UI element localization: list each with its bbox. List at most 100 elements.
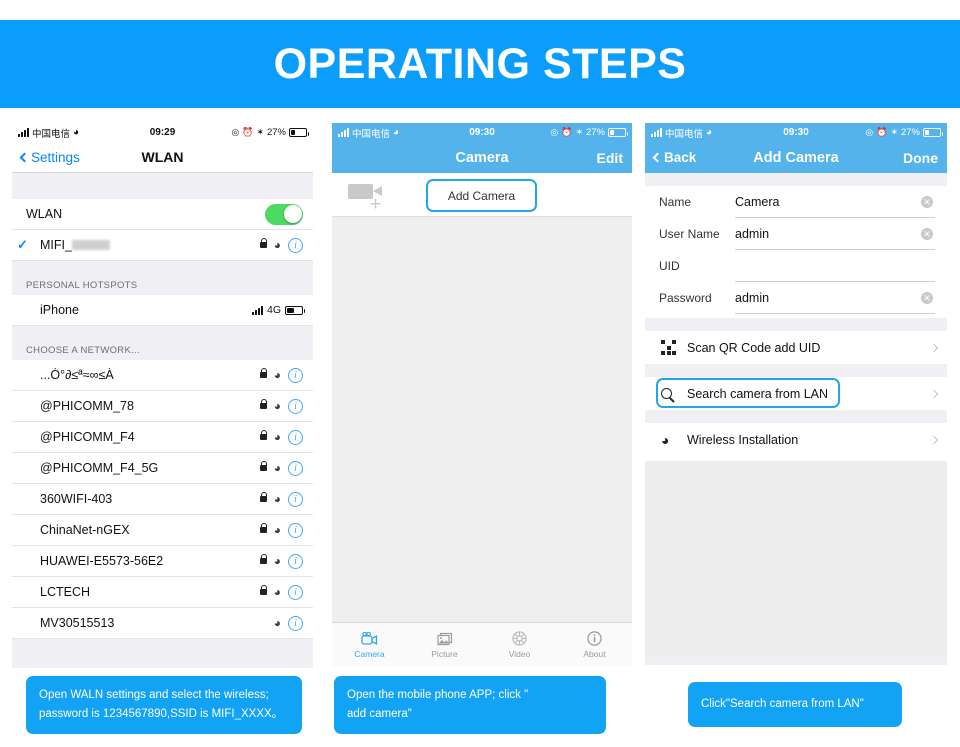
table-row[interactable]: HUAWEI-E5573-56E2 ◕ i <box>12 546 313 577</box>
camcorder-icon <box>361 630 378 647</box>
network-ssid: @PHICOMM_78 <box>40 399 134 413</box>
action-label-wireless-install: Wireless Installation <box>687 432 799 447</box>
network-ssid: LCTECH <box>40 585 91 599</box>
network-info-button[interactable]: i <box>288 460 303 476</box>
tab-video[interactable]: Video <box>482 623 557 666</box>
redacted-ssid-suffix <box>71 240 110 250</box>
input-uid[interactable] <box>735 250 935 282</box>
wifi-strength-icon: ◕ <box>273 616 281 630</box>
signal-bars-icon <box>338 128 349 137</box>
chevron-right-icon <box>929 343 939 352</box>
network-ssid: ChinaNet-nGEX <box>40 523 130 537</box>
tab-about[interactable]: About <box>557 623 632 666</box>
field-row-name: Name Camera ✕ <box>645 186 947 218</box>
form-fields-block: Name Camera ✕ User Name admin ✕ UID Pass… <box>645 186 947 318</box>
network-info-button[interactable]: i <box>288 398 303 414</box>
network-info-button[interactable]: i <box>288 491 303 507</box>
caption-step-3: Click"Search camera from LAN" <box>688 682 902 727</box>
caption-1-line-2: password is 1234567890,SSID is MIFI_XXXX… <box>39 707 284 720</box>
carrier-label-2: 中国电信 <box>352 128 391 140</box>
table-row[interactable]: @PHICOMM_F4_5G ◕ i <box>12 453 313 484</box>
table-row[interactable]: LCTECH ◕ i <box>12 577 313 608</box>
network-info-button[interactable]: i <box>288 522 303 538</box>
plus-icon: + <box>370 194 382 215</box>
wifi-strength-icon: ◕ <box>273 554 281 568</box>
table-row[interactable]: @PHICOMM_78 ◕ i <box>12 391 313 422</box>
lock-icon <box>259 492 268 502</box>
bluetooth-icon: ✶ <box>256 127 264 137</box>
page-title: OPERATING STEPS <box>273 39 687 88</box>
input-name[interactable]: Camera ✕ <box>735 186 935 218</box>
edit-button[interactable]: Edit <box>597 150 623 166</box>
label-name: Name <box>659 195 692 209</box>
action-row-search-lan[interactable]: Search camera from LAN <box>645 377 947 410</box>
battery-icon <box>608 128 628 137</box>
back-button[interactable]: Back <box>652 150 696 165</box>
value-username: admin <box>735 226 770 241</box>
network-ssid: @PHICOMM_F4_5G <box>40 461 159 475</box>
clear-icon[interactable]: ✕ <box>921 195 933 208</box>
wifi-icon: ◕ <box>393 126 400 138</box>
action-label-search-lan: Search camera from LAN <box>687 386 829 401</box>
input-username[interactable]: admin ✕ <box>735 218 935 250</box>
caption-2-line-2: add camera" <box>347 707 412 720</box>
network-info-button[interactable]: i <box>288 584 303 600</box>
carrier-label-3: 中国电信 <box>665 128 704 140</box>
network-info-button[interactable]: i <box>288 237 303 253</box>
action-row-wireless-install[interactable]: ◕ Wireless Installation <box>645 423 947 456</box>
tab-picture[interactable]: Picture <box>407 623 482 666</box>
battery-icon <box>289 128 309 137</box>
wlan-toggle-switch[interactable] <box>265 203 303 225</box>
qr-code-icon <box>661 340 687 355</box>
clear-icon[interactable]: ✕ <box>921 291 933 304</box>
back-to-settings-button[interactable]: Settings <box>19 150 80 165</box>
wifi-strength-icon: ◕ <box>273 399 281 413</box>
network-info-button[interactable]: i <box>288 615 303 631</box>
network-info-button[interactable]: i <box>288 429 303 445</box>
status-right-2: ◎ ⏰ ✶ 27% <box>550 127 628 138</box>
wlan-toggle-label: WLAN <box>26 207 63 221</box>
table-row[interactable]: MV30515513 ◕ i <box>12 608 313 639</box>
wifi-strength-icon: ◕ <box>273 492 281 506</box>
action-gap-3 <box>645 410 947 423</box>
phone-screenshot-wlan-settings: 中国电信 ◕ 09:29 ◎ ⏰ ✶ 27% Settings WLAN WLA… <box>12 123 313 668</box>
table-row[interactable]: ...Ò°∂≤ª≈∞≤À ◕ i <box>12 360 313 391</box>
hotspot-battery-icon <box>285 305 305 315</box>
hotspot-label: iPhone <box>40 303 79 317</box>
lock-icon <box>259 399 268 409</box>
status-bar-1: 中国电信 ◕ 09:29 ◎ ⏰ ✶ 27% <box>12 123 313 142</box>
carrier-label-1: 中国电信 <box>32 128 71 140</box>
clear-icon[interactable]: ✕ <box>921 227 933 240</box>
camera-list-empty-area <box>332 217 632 622</box>
operating-steps-infographic: OPERATING STEPS 中国电信 ◕ 09:29 ◎ ⏰ ✶ 27% S… <box>0 0 960 747</box>
add-camera-button[interactable]: Add Camera <box>426 179 537 212</box>
tab-label-camera: Camera <box>354 649 385 659</box>
bluetooth-icon: ✶ <box>575 127 583 137</box>
section-header-hotspots: PERSONAL HOTSPOTS <box>12 261 313 295</box>
connected-network-label: MIFI_ <box>40 238 72 252</box>
caption-step-1: Open WALN settings and select the wirele… <box>26 676 302 734</box>
network-info-button[interactable]: i <box>288 367 303 383</box>
chevron-right-icon <box>929 389 939 398</box>
connected-network-row[interactable]: ✓ MIFI_ ◕ i <box>12 230 313 261</box>
bottom-tab-bar: Camera Picture Video About <box>332 622 632 666</box>
bluetooth-icon: ✶ <box>890 127 898 137</box>
network-info-button[interactable]: i <box>288 553 303 569</box>
input-password[interactable]: admin ✕ <box>735 282 935 314</box>
action-gap-1 <box>645 318 947 331</box>
table-row[interactable]: @PHICOMM_F4 ◕ i <box>12 422 313 453</box>
table-row[interactable]: 360WIFI-403 ◕ i <box>12 484 313 515</box>
tab-camera[interactable]: Camera <box>332 623 407 666</box>
alarm-clock-icon: ⏰ <box>242 127 254 137</box>
chevron-left-icon <box>19 152 30 162</box>
action-row-scan-qr[interactable]: Scan QR Code add UID <box>645 331 947 364</box>
hotspot-signal-icon <box>251 305 263 315</box>
wlan-toggle-row[interactable]: WLAN <box>12 199 313 230</box>
caption-3-line-1: Click"Search camera from LAN" <box>701 698 864 710</box>
status-right-3: ◎ ⏰ ✶ 27% <box>865 127 943 138</box>
table-row[interactable]: ChinaNet-nGEX ◕ i <box>12 515 313 546</box>
wifi-strength-icon: ◕ <box>273 238 281 252</box>
hotspot-row-iphone[interactable]: iPhone 4G <box>12 295 313 326</box>
hotspot-network-type: 4G <box>266 304 281 316</box>
done-button[interactable]: Done <box>903 150 938 166</box>
